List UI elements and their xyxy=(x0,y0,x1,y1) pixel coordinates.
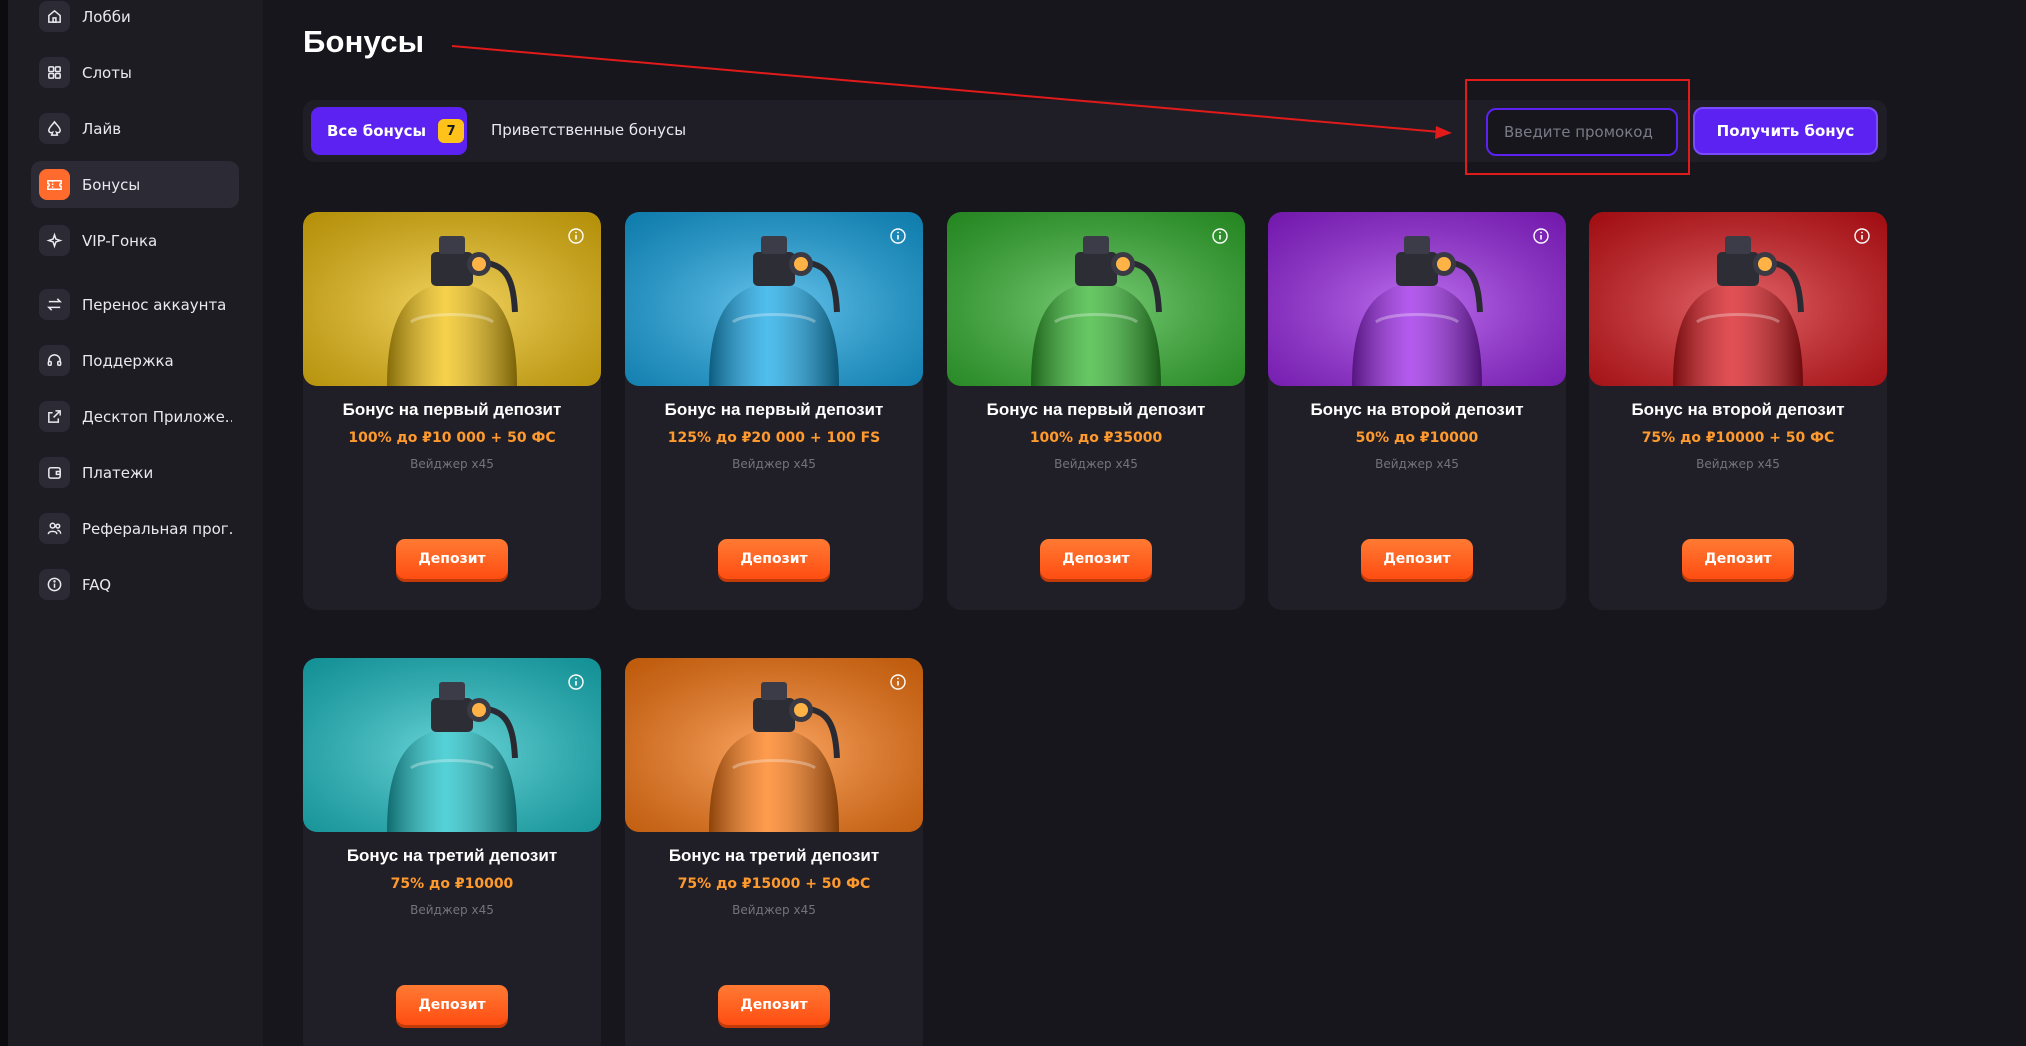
users-icon xyxy=(39,513,70,544)
info-icon[interactable] xyxy=(889,227,907,245)
bonus-card-image xyxy=(303,658,601,832)
bonus-card: Бонус на второй депозит 75% до ₽10000 + 5… xyxy=(1589,212,1887,610)
bonus-card-offer: 75% до ₽10000 xyxy=(390,876,514,892)
tab-all-bonuses[interactable]: Все бонусы 7 xyxy=(311,107,467,155)
bonus-card-image xyxy=(625,658,923,832)
bonus-card-wager: Вейджер x45 xyxy=(1696,457,1780,471)
sidebar-item-label: Десктоп Приложе... xyxy=(82,407,232,426)
ticket-icon xyxy=(39,169,70,200)
deposit-button[interactable]: Депозит xyxy=(1361,539,1473,579)
wallet-icon xyxy=(39,457,70,488)
deposit-button[interactable]: Депозит xyxy=(396,539,508,579)
external-link-icon xyxy=(39,401,70,432)
sidebar-item-faq[interactable]: FAQ xyxy=(31,561,239,608)
spade-icon xyxy=(39,113,70,144)
bonus-card-offer: 50% до ₽10000 xyxy=(1355,430,1479,446)
sidebar-item-label: Слоты xyxy=(82,63,132,82)
sidebar-item-label: Лобби xyxy=(82,7,131,26)
count-badge: 7 xyxy=(438,119,465,143)
sidebar-item-bonuses[interactable]: Бонусы xyxy=(31,161,239,208)
bonus-card: Бонус на третий депозит 75% до ₽15000 + 5… xyxy=(625,658,923,1046)
headset-icon xyxy=(39,345,70,376)
bonus-card-image xyxy=(1268,212,1566,386)
get-bonus-button[interactable]: Получить бонус xyxy=(1693,107,1878,155)
info-icon[interactable] xyxy=(1853,227,1871,245)
bonus-card-wager: Вейджер x45 xyxy=(410,457,494,471)
info-icon[interactable] xyxy=(567,673,585,691)
sidebar-item-label: Бонусы xyxy=(82,175,141,194)
bonus-card-offer: 75% до ₽10000 + 50 ФС xyxy=(1641,430,1835,446)
bonus-card-offer: 75% до ₽15000 + 50 ФС xyxy=(677,876,871,892)
bonus-card-offer: 100% до ₽10 000 + 50 ФС xyxy=(348,430,556,446)
bonus-card-wager: Вейджер x45 xyxy=(732,903,816,917)
bonus-card-image xyxy=(1589,212,1887,386)
sidebar-item-live[interactable]: Лайв xyxy=(31,105,239,152)
sidebar: Лобби Слоты Лайв Бонусы VIP-Гонка Перено… xyxy=(8,0,263,1046)
bonus-card-title: Бонус на первый депозит xyxy=(986,400,1206,419)
bonus-card-image xyxy=(947,212,1245,386)
window-edge xyxy=(0,0,8,1046)
sidebar-item-label: VIP-Гонка xyxy=(82,231,158,250)
info-icon[interactable] xyxy=(567,227,585,245)
sidebar-item-label: Лайв xyxy=(82,119,122,138)
info-icon[interactable] xyxy=(889,673,907,691)
sparkle-icon xyxy=(39,225,70,256)
sidebar-item-account-transfer[interactable]: Перенос аккаунта xyxy=(31,281,239,328)
bonus-card: Бонус на третий депозит 75% до ₽10000 Вейд… xyxy=(303,658,601,1046)
bonus-card-title: Бонус на второй депозит xyxy=(1631,400,1845,419)
deposit-button[interactable]: Депозит xyxy=(396,985,508,1025)
transfer-icon xyxy=(39,289,70,320)
bonus-card-title: Бонус на третий депозит xyxy=(668,846,880,865)
tab-welcome-bonuses[interactable]: Приветственные бонусы xyxy=(491,121,686,139)
bonus-card-wager: Вейджер x45 xyxy=(732,457,816,471)
info-icon xyxy=(39,569,70,600)
sidebar-item-vip-race[interactable]: VIP-Гонка xyxy=(31,217,239,264)
bonus-card-image xyxy=(625,212,923,386)
bonus-card-offer: 125% до ₽20 000 + 100 FS xyxy=(667,430,881,446)
bonus-card-wager: Вейджер x45 xyxy=(1375,457,1459,471)
sidebar-item-support[interactable]: Поддержка xyxy=(31,337,239,384)
info-icon[interactable] xyxy=(1532,227,1550,245)
sidebar-item-lobby[interactable]: Лобби xyxy=(31,0,239,40)
tab-label: Все бонусы xyxy=(327,122,427,140)
bonus-card-title: Бонус на первый депозит xyxy=(664,400,884,419)
deposit-button[interactable]: Депозит xyxy=(1682,539,1794,579)
sidebar-item-label: Платежи xyxy=(82,463,154,482)
sidebar-item-label: FAQ xyxy=(82,575,112,594)
bonus-card-title: Бонус на первый депозит xyxy=(342,400,562,419)
sidebar-item-slots[interactable]: Слоты xyxy=(31,49,239,96)
bonus-card-title: Бонус на второй депозит xyxy=(1310,400,1524,419)
sidebar-item-label: Поддержка xyxy=(82,351,174,370)
sidebar-item-desktop-app[interactable]: Десктоп Приложе... xyxy=(31,393,239,440)
sidebar-item-referral[interactable]: Реферальная прог... xyxy=(31,505,239,552)
bonus-card: Бонус на первый депозит 125% до ₽20 000 +… xyxy=(625,212,923,610)
annotation-highlight-box xyxy=(1465,79,1690,175)
bonus-card: Бонус на второй депозит 50% до ₽10000 Вейд… xyxy=(1268,212,1566,610)
deposit-button[interactable]: Депозит xyxy=(718,539,830,579)
sidebar-item-label: Реферальная прог... xyxy=(82,519,232,538)
bonus-card-wager: Вейджер x45 xyxy=(1054,457,1138,471)
grid-icon xyxy=(39,57,70,88)
bonus-card-wager: Вейджер x45 xyxy=(410,903,494,917)
bonus-card: Бонус на первый депозит 100% до ₽35000 Вей… xyxy=(947,212,1245,610)
bonus-card-offer: 100% до ₽35000 xyxy=(1029,430,1163,446)
deposit-button[interactable]: Депозит xyxy=(1040,539,1152,579)
sidebar-item-label: Перенос аккаунта xyxy=(82,295,227,314)
info-icon[interactable] xyxy=(1211,227,1229,245)
bonus-card-title: Бонус на третий депозит xyxy=(346,846,558,865)
bonus-card-image xyxy=(303,212,601,386)
page-title: Бонусы xyxy=(303,24,425,59)
bonus-card: Бонус на первый депозит 100% до ₽10 000 +… xyxy=(303,212,601,610)
sidebar-item-payments[interactable]: Платежи xyxy=(31,449,239,496)
home-icon xyxy=(39,1,70,32)
deposit-button[interactable]: Депозит xyxy=(718,985,830,1025)
